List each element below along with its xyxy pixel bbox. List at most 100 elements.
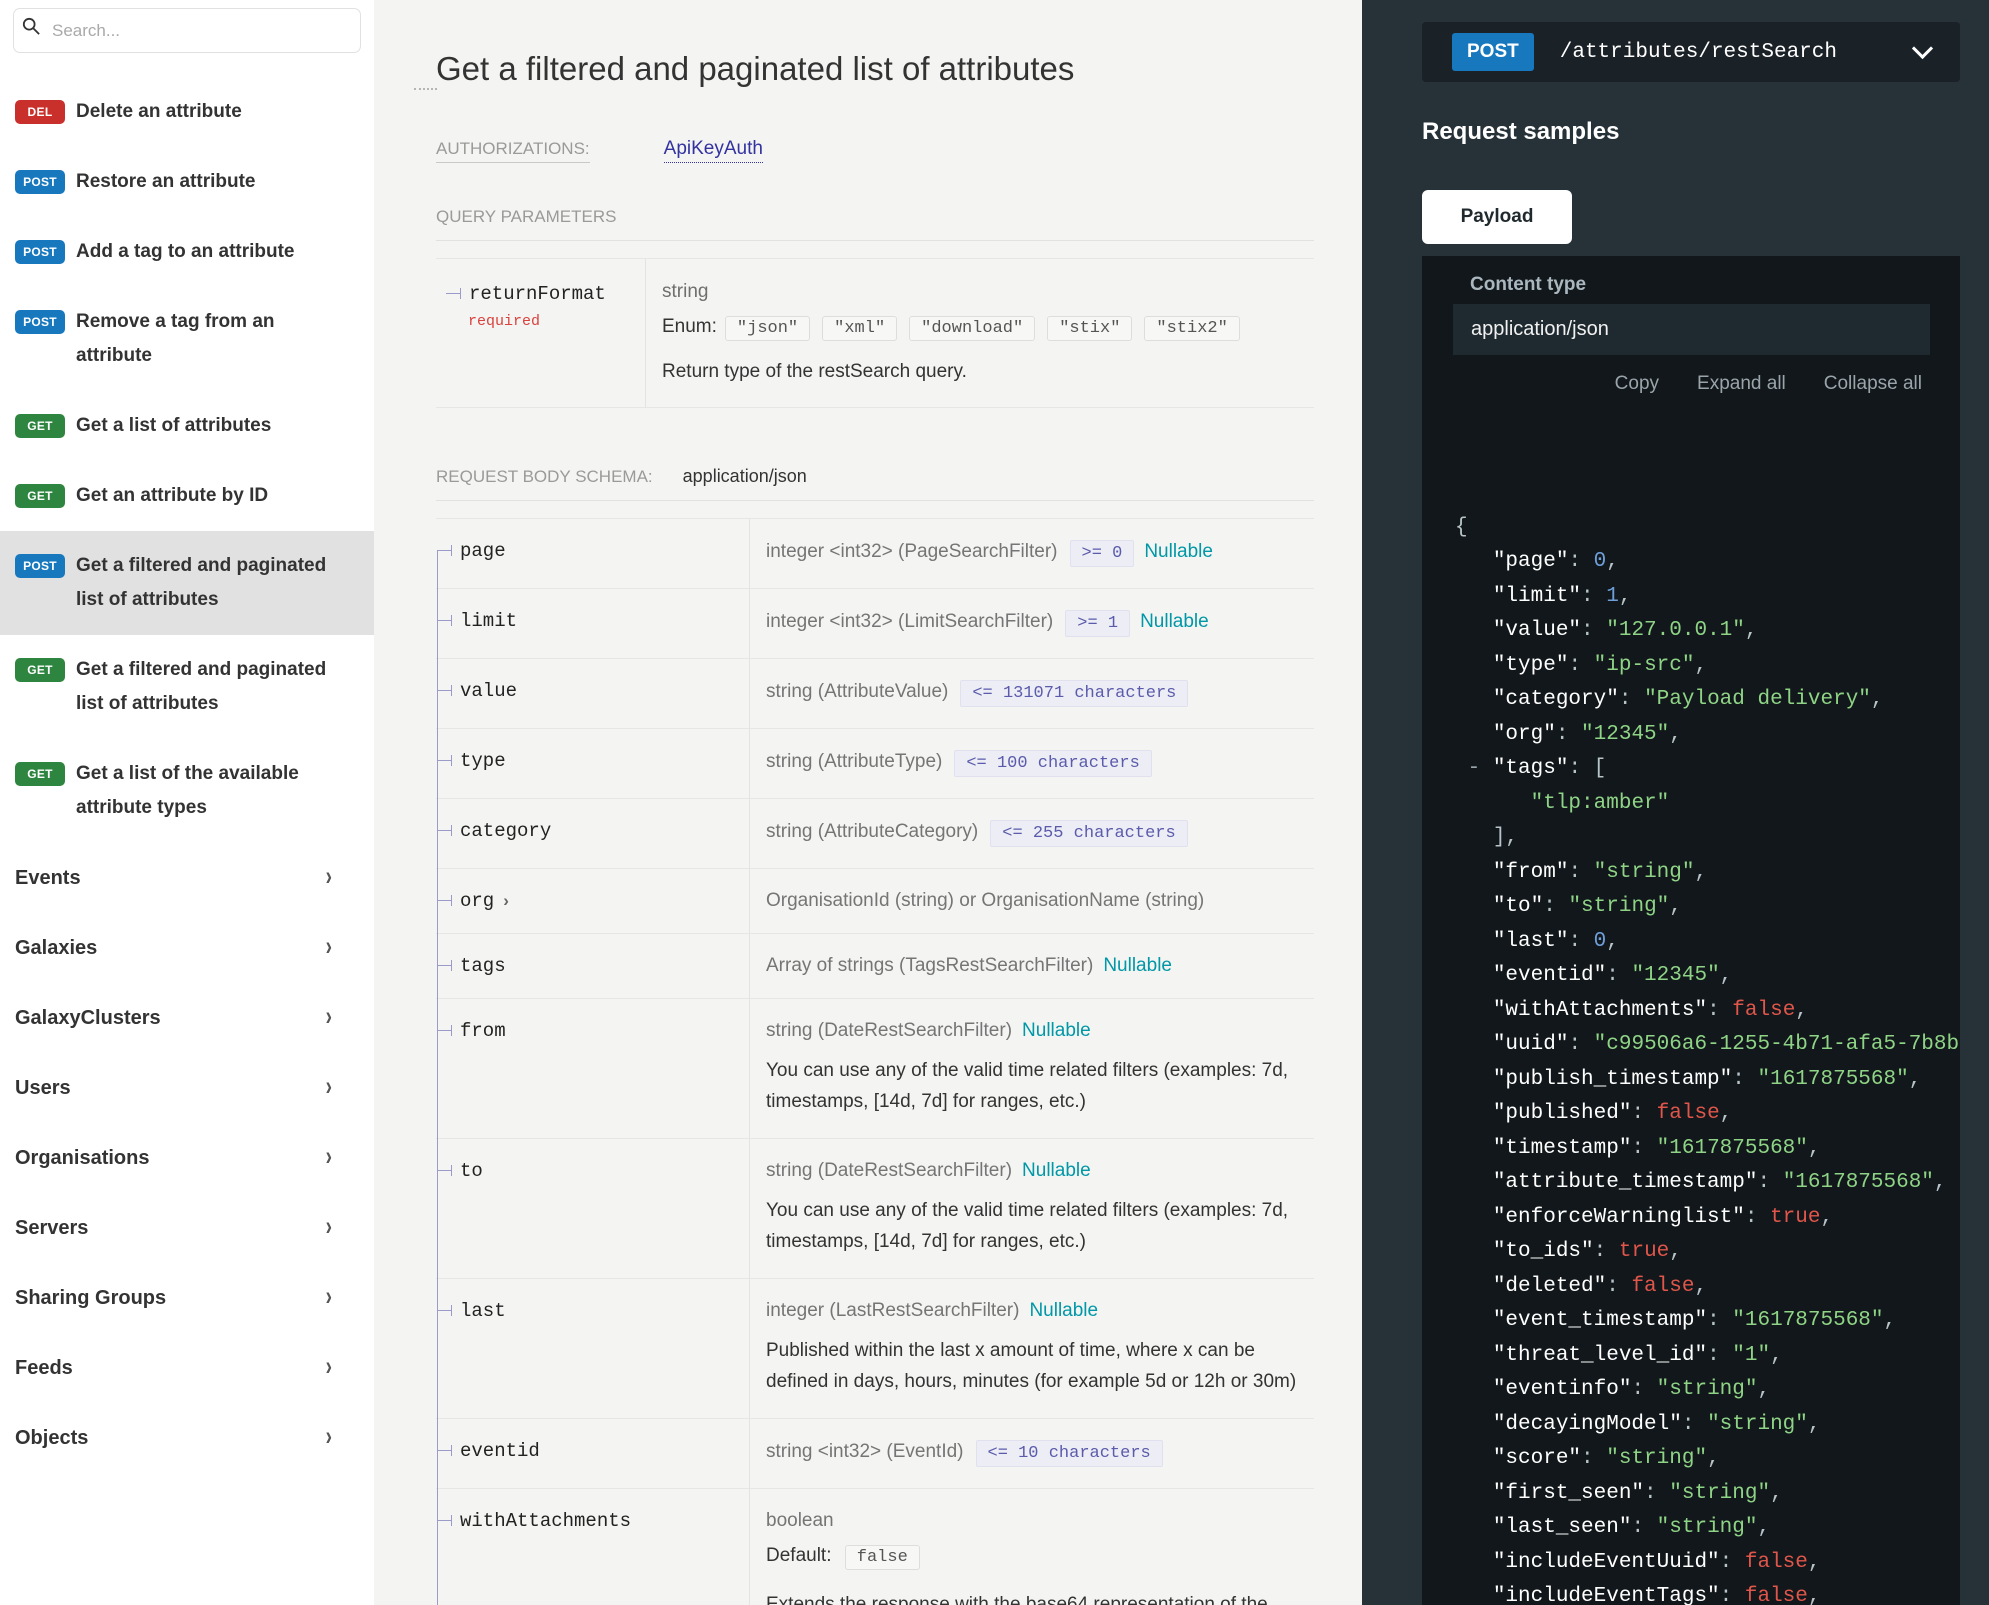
code-line: "decayingModel": "string", — [1455, 1408, 1960, 1443]
sidebar-section-label: Sharing Groups — [15, 1281, 166, 1315]
tab-payload[interactable]: Payload — [1422, 190, 1572, 244]
code-line: "eventinfo": "string", — [1455, 1373, 1960, 1408]
enum-value-badge: "xml" — [822, 316, 897, 341]
field-description: You can use any of the valid time relate… — [766, 1195, 1314, 1257]
field-type-line: Array of strings (TagsRestSearchFilter)N… — [766, 955, 1314, 977]
tree-connector-icon — [437, 1444, 452, 1456]
field-type: integer <int32> (PageSearchFilter) — [766, 541, 1058, 562]
sidebar-section-label: Events — [15, 861, 81, 895]
sidebar: DEL Delete an attribute POST Restore an … — [0, 0, 374, 1605]
field-type: string <int32> (EventId) — [766, 1441, 964, 1462]
field-description-cell: string (AttributeValue)<= 131071 charact… — [750, 659, 1314, 728]
field-description-cell: integer <int32> (LimitSearchFilter)>= 1N… — [750, 589, 1314, 658]
field-name-cell: withAttachments — [436, 1489, 750, 1605]
param-name-cell: returnFormat required — [436, 259, 646, 407]
tree-connector-icon — [437, 1164, 452, 1176]
method-badge: GET — [15, 658, 65, 682]
content-type-dropdown[interactable]: application/json — [1453, 304, 1930, 355]
table-row: type string (AttributeType)<= 100 charac… — [436, 729, 1314, 799]
field-name: eventid — [460, 1440, 540, 1462]
authorizations-link[interactable]: ApiKeyAuth — [664, 138, 763, 163]
sidebar-section[interactable]: Sharing Groups › — [0, 1263, 374, 1333]
field-name: to — [460, 1160, 483, 1182]
constraint-badge: <= 255 characters — [990, 820, 1187, 847]
field-name-cell: to — [436, 1139, 750, 1278]
code-action-button[interactable]: Expand all — [1697, 373, 1786, 395]
field-type-line: boolean — [766, 1510, 1314, 1532]
sidebar-operation-item[interactable]: POST Remove a tag from an attribute — [0, 287, 374, 391]
code-line: "published": false, — [1455, 1097, 1960, 1132]
sidebar-section[interactable]: Feeds › — [0, 1333, 374, 1403]
code-line: "includeEventUuid": false, — [1455, 1546, 1960, 1581]
constraint-badge: >= 0 — [1070, 540, 1135, 567]
code-line: ], — [1455, 821, 1960, 856]
sidebar-section[interactable]: Users › — [0, 1053, 374, 1123]
sidebar-section[interactable]: Organisations › — [0, 1123, 374, 1193]
sidebar-operation-item[interactable]: POST Add a tag to an attribute — [0, 217, 374, 287]
sidebar-item-label: Get a filtered and paginated list of att… — [76, 549, 344, 617]
deep-link-anchor[interactable] — [414, 88, 437, 90]
search-box — [0, 0, 374, 63]
param-description: Return type of the restSearch query. — [662, 361, 1314, 383]
sidebar-section-label: GalaxyClusters — [15, 1001, 161, 1035]
field-name-cell: eventid — [436, 1419, 750, 1488]
request-body-schema-type[interactable]: application/json — [683, 466, 807, 487]
field-type: string (AttributeType) — [766, 751, 942, 772]
expand-chevron-icon[interactable]: › — [503, 891, 509, 910]
method-badge: POST — [15, 240, 65, 264]
nullable-flag: Nullable — [1140, 611, 1209, 632]
sidebar-section[interactable]: Servers › — [0, 1193, 374, 1263]
sidebar-section[interactable]: Events › — [0, 843, 374, 913]
code-line: "tlp:amber" — [1455, 787, 1960, 822]
method-badge: DEL — [15, 100, 65, 124]
nullable-flag: Nullable — [1029, 1300, 1098, 1321]
enum-value-badge: "download" — [909, 316, 1035, 341]
code-line: "org": "12345", — [1455, 718, 1960, 753]
nullable-flag: Nullable — [1022, 1160, 1091, 1181]
field-name: last — [460, 1300, 506, 1322]
field-type-line: OrganisationId (string) or OrganisationN… — [766, 890, 1314, 912]
sidebar-operation-item[interactable]: DEL Delete an attribute — [0, 77, 374, 147]
content-type-label: Content type — [1470, 274, 1960, 296]
code-line: "threat_level_id": "1", — [1455, 1339, 1960, 1374]
code-line: "timestamp": "1617875568", — [1455, 1132, 1960, 1167]
field-name: from — [460, 1020, 506, 1042]
field-name: value — [460, 680, 517, 702]
sidebar-operation-item[interactable]: GET Get a filtered and paginated list of… — [0, 635, 374, 739]
chevron-right-icon: › — [326, 1073, 332, 1104]
endpoint-dropdown[interactable]: POST /attributes/restSearch — [1422, 22, 1960, 82]
chevron-right-icon: › — [326, 933, 332, 964]
sidebar-operation-item[interactable]: GET Get an attribute by ID — [0, 461, 374, 531]
nullable-flag: Nullable — [1022, 1020, 1091, 1041]
sidebar-section-label: Objects — [15, 1421, 88, 1455]
table-row: to string (DateRestSearchFilter)Nullable… — [436, 1139, 1314, 1279]
constraint-badge: <= 131071 characters — [960, 680, 1188, 707]
field-name-cell: org› — [436, 869, 750, 933]
code-line: "includeEventTags": false, — [1455, 1580, 1960, 1605]
table-row: last integer (LastRestSearchFilter)Nulla… — [436, 1279, 1314, 1419]
sidebar-operation-item[interactable]: GET Get a list of attributes — [0, 391, 374, 461]
request-body-table: page integer <int32> (PageSearchFilter)>… — [436, 518, 1314, 1605]
method-badge: POST — [15, 554, 65, 578]
sidebar-item-label: Add a tag to an attribute — [76, 235, 295, 269]
sidebar-operation-item[interactable]: POST Restore an attribute — [0, 147, 374, 217]
sidebar-operation-item[interactable]: POST Get a filtered and paginated list o… — [0, 531, 374, 635]
sidebar-operation-item[interactable]: GET Get a list of the available attribut… — [0, 739, 374, 843]
constraint-badge: >= 1 — [1065, 610, 1130, 637]
sidebar-section[interactable]: Galaxies › — [0, 913, 374, 983]
field-name-cell: limit — [436, 589, 750, 658]
sidebar-section-label: Feeds — [15, 1351, 73, 1385]
search-icon — [22, 17, 40, 35]
tree-connector-icon — [437, 824, 452, 836]
code-line: "attribute_timestamp": "1617875568", — [1455, 1166, 1960, 1201]
chevron-right-icon: › — [326, 1143, 332, 1174]
search-input[interactable] — [13, 8, 361, 53]
sidebar-section[interactable]: GalaxyClusters › — [0, 983, 374, 1053]
code-action-button[interactable]: Copy — [1615, 373, 1659, 395]
method-badge: POST — [15, 310, 65, 334]
sidebar-section[interactable]: Objects › — [0, 1403, 374, 1473]
field-description-cell: string <int32> (EventId)<= 10 characters — [750, 1419, 1314, 1488]
field-description-cell: OrganisationId (string) or OrganisationN… — [750, 869, 1314, 933]
chevron-right-icon: › — [326, 1213, 332, 1244]
code-action-button[interactable]: Collapse all — [1824, 373, 1922, 395]
